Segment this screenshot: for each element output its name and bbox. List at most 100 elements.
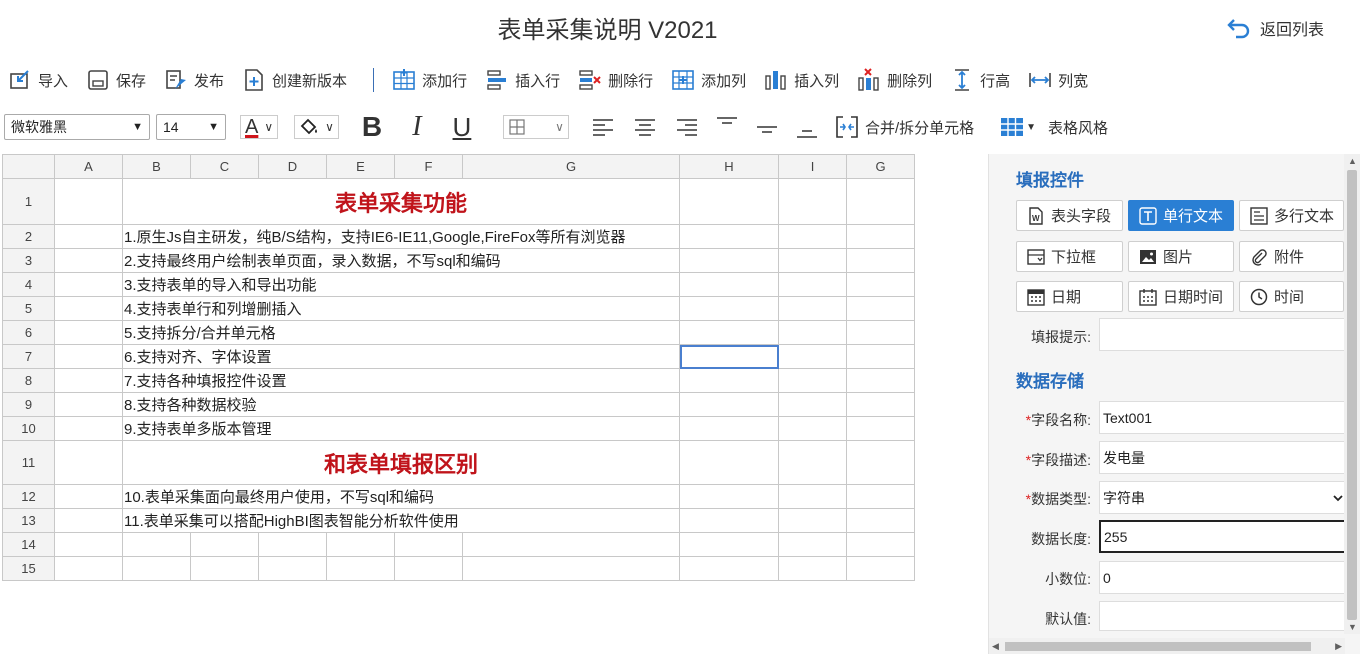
cell[interactable]	[679, 416, 779, 441]
valign-top-icon[interactable]	[715, 115, 739, 139]
cell[interactable]	[778, 368, 847, 393]
cell[interactable]	[679, 440, 779, 485]
valign-middle-icon[interactable]	[755, 115, 779, 139]
spreadsheet-grid[interactable]: A B C D E F G H I G 1 表单采集功能 2 1.原生Js自主研发，纯B/S结构，支持IE…	[2, 154, 915, 581]
column-header[interactable]: G	[462, 154, 680, 179]
cell[interactable]	[778, 556, 847, 581]
cell[interactable]	[846, 368, 915, 393]
scroll-up-icon[interactable]: ▲	[1348, 156, 1357, 166]
cell[interactable]	[54, 416, 123, 441]
content-cell[interactable]: 1.原生Js自主研发，纯B/S结构，支持IE6-IE11,Google,Fire…	[122, 224, 680, 249]
row-header[interactable]: 15	[2, 556, 55, 581]
header-field-control[interactable]: W 表头字段	[1016, 200, 1123, 231]
cell[interactable]	[679, 556, 779, 581]
row-header[interactable]: 10	[2, 416, 55, 441]
field-description-input[interactable]: 发电量	[1099, 441, 1349, 474]
font-color-button[interactable]: A ∨	[240, 115, 279, 139]
cell[interactable]	[462, 532, 680, 557]
column-header[interactable]: F	[394, 154, 463, 179]
decimal-places-input[interactable]: 0	[1099, 561, 1349, 594]
content-cell[interactable]: 7.支持各种填报控件设置	[122, 368, 680, 393]
field-name-input[interactable]: Text001	[1099, 401, 1349, 434]
cell[interactable]	[679, 178, 779, 225]
row-header[interactable]: 9	[2, 392, 55, 417]
cell[interactable]	[846, 508, 915, 533]
row-header[interactable]: 13	[2, 508, 55, 533]
cell[interactable]	[54, 368, 123, 393]
fill-color-button[interactable]: ∨	[294, 115, 339, 139]
merge-split-cells-button[interactable]: 合并/拆分单元格	[835, 115, 974, 139]
corner-cell[interactable]	[2, 154, 55, 179]
cell[interactable]	[394, 556, 463, 581]
section-heading-cell[interactable]: 表单采集功能	[122, 178, 680, 225]
cell[interactable]	[778, 296, 847, 321]
content-cell[interactable]: 10.表单采集面向最终用户使用，不写sql和编码	[122, 484, 680, 509]
underline-icon[interactable]: U	[449, 112, 475, 143]
scroll-right-icon[interactable]: ▶	[1335, 641, 1342, 652]
align-center-icon[interactable]	[633, 115, 657, 139]
cell[interactable]	[778, 508, 847, 533]
cell[interactable]	[846, 344, 915, 369]
cell[interactable]	[778, 224, 847, 249]
row-header[interactable]: 6	[2, 320, 55, 345]
delete-column-button[interactable]: 删除列	[857, 68, 932, 92]
data-length-input[interactable]: 255	[1099, 520, 1349, 553]
date-control[interactable]: 日期	[1016, 281, 1123, 312]
cell[interactable]	[846, 440, 915, 485]
add-column-button[interactable]: 添加列	[671, 68, 746, 92]
column-header[interactable]: B	[122, 154, 191, 179]
cell[interactable]	[846, 320, 915, 345]
delete-row-button[interactable]: 删除行	[578, 68, 653, 92]
cell[interactable]	[778, 248, 847, 273]
row-header[interactable]: 1	[2, 178, 55, 225]
cell[interactable]	[679, 320, 779, 345]
scrollbar-thumb[interactable]	[1347, 170, 1357, 620]
content-cell[interactable]: 11.表单采集可以搭配HighBI图表智能分析软件使用	[122, 508, 680, 533]
cell[interactable]	[54, 392, 123, 417]
cell[interactable]	[54, 440, 123, 485]
cell[interactable]	[190, 532, 259, 557]
cell[interactable]	[258, 556, 327, 581]
image-control[interactable]: 图片	[1128, 241, 1234, 272]
row-header[interactable]: 12	[2, 484, 55, 509]
cell[interactable]	[679, 484, 779, 509]
cell[interactable]	[846, 392, 915, 417]
scroll-down-icon[interactable]: ▼	[1348, 622, 1357, 632]
column-header[interactable]: D	[258, 154, 327, 179]
cell[interactable]	[846, 416, 915, 441]
column-header[interactable]: G	[846, 154, 915, 179]
cell[interactable]	[846, 178, 915, 225]
cell[interactable]	[679, 392, 779, 417]
border-button[interactable]: ∨	[502, 115, 569, 139]
row-header[interactable]: 8	[2, 368, 55, 393]
cell[interactable]	[122, 556, 191, 581]
add-row-button[interactable]: 添加行	[392, 68, 467, 92]
row-header[interactable]: 7	[2, 344, 55, 369]
cell[interactable]	[54, 344, 123, 369]
hint-input[interactable]	[1099, 318, 1349, 351]
content-cell[interactable]: 6.支持对齐、字体设置	[122, 344, 680, 369]
import-button[interactable]: 导入	[8, 68, 68, 92]
cell[interactable]	[679, 532, 779, 557]
cell[interactable]	[679, 272, 779, 297]
italic-icon[interactable]: I	[405, 111, 429, 143]
cell[interactable]	[846, 296, 915, 321]
column-header[interactable]: A	[54, 154, 123, 179]
save-button[interactable]: 保存	[86, 68, 146, 92]
row-header[interactable]: 3	[2, 248, 55, 273]
cell[interactable]	[778, 392, 847, 417]
cell[interactable]	[54, 178, 123, 225]
cell[interactable]	[846, 224, 915, 249]
cell[interactable]	[54, 508, 123, 533]
cell[interactable]	[846, 248, 915, 273]
column-header[interactable]: C	[190, 154, 259, 179]
create-new-version-button[interactable]: 创建新版本	[242, 68, 347, 92]
cell[interactable]	[778, 532, 847, 557]
content-cell[interactable]: 9.支持表单多版本管理	[122, 416, 680, 441]
row-header[interactable]: 2	[2, 224, 55, 249]
scrollbar-thumb[interactable]	[1005, 642, 1311, 651]
cell[interactable]	[54, 272, 123, 297]
content-cell[interactable]: 8.支持各种数据校验	[122, 392, 680, 417]
datetime-control[interactable]: 日期时间	[1128, 281, 1234, 312]
cell[interactable]	[54, 320, 123, 345]
